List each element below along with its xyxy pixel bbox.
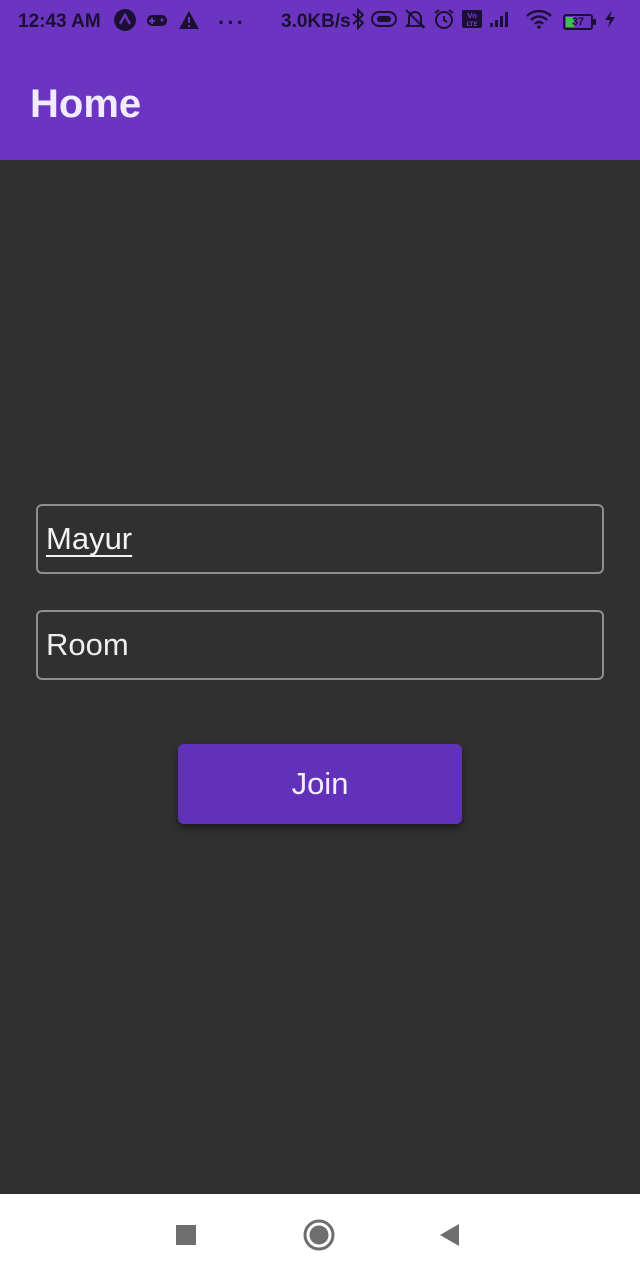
back-icon bbox=[439, 1223, 461, 1252]
game-controller-icon bbox=[146, 10, 168, 36]
page-title: Home bbox=[30, 82, 142, 126]
app-icon bbox=[114, 9, 136, 37]
home-button[interactable] bbox=[279, 1194, 359, 1280]
back-button[interactable] bbox=[410, 1194, 490, 1280]
network-speed: 3.0KB/s bbox=[281, 11, 351, 32]
battery-icon: 37 bbox=[563, 14, 596, 30]
status-bar: 12:43 AM ··· 3.0KB/s Vo LTE 37 bbox=[0, 0, 640, 44]
battery-level: 37 bbox=[571, 16, 585, 28]
notification-icons: ··· bbox=[114, 9, 246, 37]
wifi-icon bbox=[526, 9, 552, 35]
more-notifications-indicator: ··· bbox=[218, 10, 246, 35]
alarm-off-icon bbox=[404, 8, 426, 36]
navigation-bar bbox=[0, 1194, 640, 1280]
signal-icon bbox=[489, 10, 511, 34]
system-icons: Vo LTE 37 bbox=[352, 7, 616, 36]
warning-icon bbox=[178, 10, 200, 36]
bluetooth-icon bbox=[352, 7, 365, 36]
svg-text:LTE: LTE bbox=[466, 21, 477, 28]
recents-button[interactable] bbox=[146, 1194, 226, 1280]
status-time: 12:43 AM bbox=[18, 11, 101, 32]
name-field[interactable] bbox=[36, 504, 604, 574]
home-icon bbox=[303, 1219, 335, 1256]
name-input[interactable] bbox=[46, 506, 586, 572]
join-button[interactable]: Join bbox=[178, 744, 462, 824]
toggle-icon bbox=[371, 11, 397, 33]
room-input[interactable] bbox=[46, 612, 586, 678]
room-field[interactable] bbox=[36, 610, 604, 680]
svg-text:Vo: Vo bbox=[467, 12, 477, 20]
charging-icon bbox=[604, 9, 616, 35]
volte-icon: Vo LTE bbox=[462, 9, 482, 35]
alarm-icon bbox=[433, 8, 455, 36]
recents-icon bbox=[175, 1224, 197, 1251]
app-bar: 12:43 AM ··· 3.0KB/s Vo LTE 37 Home bbox=[0, 0, 640, 160]
